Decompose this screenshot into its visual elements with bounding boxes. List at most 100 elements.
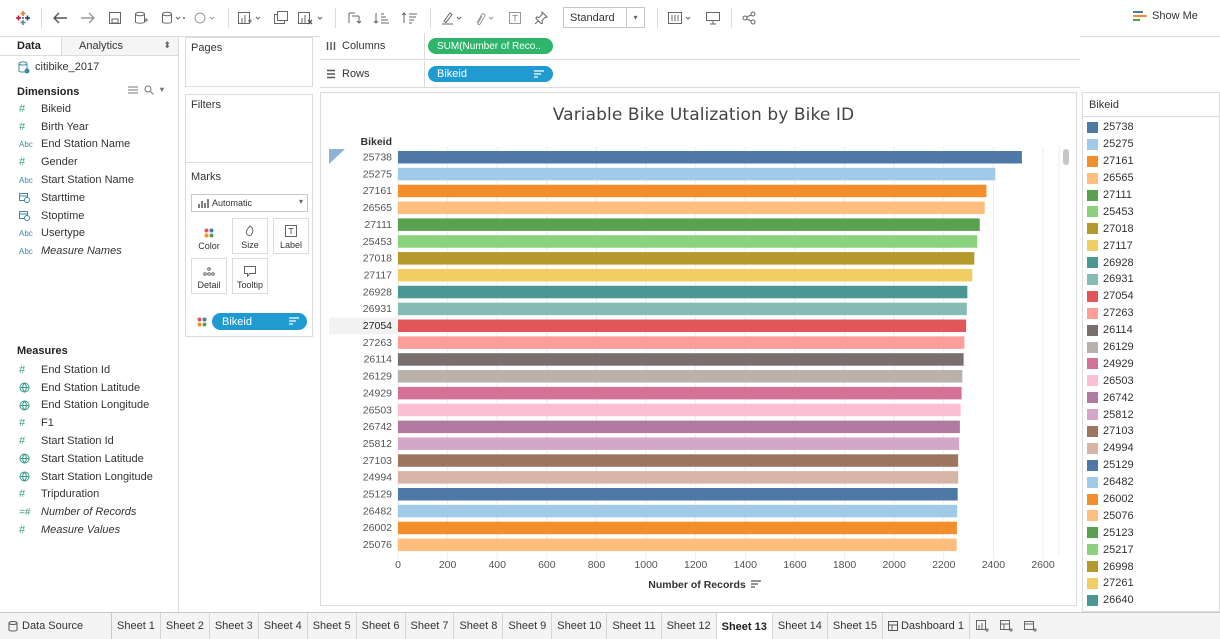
legend-item[interactable]: 25217 — [1083, 541, 1219, 558]
legend-item[interactable]: 25129 — [1083, 457, 1219, 474]
field-birth-year[interactable]: # Birth Year — [0, 118, 178, 136]
field-end-station-latitude[interactable]: End Station Latitude — [0, 379, 178, 397]
field-stoptime[interactable]: Stoptime — [0, 207, 178, 225]
mark-field-pill[interactable]: Bikeid — [212, 313, 307, 330]
legend-item[interactable]: 26482 — [1083, 474, 1219, 491]
legend-item[interactable]: 26002 — [1083, 491, 1219, 508]
new-dashboard-icon[interactable] — [994, 619, 1018, 633]
field-start-station-name[interactable]: Abc Start Station Name — [0, 171, 178, 189]
sheet-tab[interactable]: Sheet 3 — [210, 613, 259, 639]
tab-data[interactable]: Data — [0, 37, 62, 55]
forward-arrow-icon[interactable] — [79, 6, 97, 30]
field-start-station-latitude[interactable]: Start Station Latitude — [0, 450, 178, 468]
legend-item[interactable]: 27263 — [1083, 305, 1219, 322]
legend-item[interactable]: 27054 — [1083, 288, 1219, 305]
new-worksheet-icon[interactable] — [970, 619, 994, 633]
pause-updates-icon[interactable] — [160, 6, 188, 30]
sheet-tab[interactable]: Sheet 5 — [308, 613, 357, 639]
tab-analytics[interactable]: Analytics ⬍ — [62, 37, 178, 55]
field-measure-names[interactable]: Abc Measure Names — [0, 242, 178, 260]
data-source-tab[interactable]: Data Source — [0, 613, 112, 639]
legend-item[interactable]: 25812 — [1083, 406, 1219, 423]
field-end-station-id[interactable]: # End Station Id — [0, 361, 178, 379]
view-list-icon[interactable] — [128, 85, 138, 95]
sheet-tab[interactable]: Sheet 15 — [828, 613, 883, 639]
sheet-tab[interactable]: Sheet 6 — [357, 613, 406, 639]
share-icon[interactable] — [740, 6, 758, 30]
legend-item[interactable]: 27161 — [1083, 153, 1219, 170]
legend-item[interactable]: 26565 — [1083, 170, 1219, 187]
sheet-tab[interactable]: Sheet 12 — [662, 613, 717, 639]
detail-button[interactable]: Detail — [191, 258, 227, 294]
sheet-tab[interactable]: Sheet 10 — [552, 613, 608, 639]
field-measure-values[interactable]: # Measure Values — [0, 521, 178, 539]
show-cards-icon[interactable] — [666, 6, 698, 30]
legend-item[interactable]: 27261 — [1083, 575, 1219, 592]
new-story-icon[interactable] — [1018, 619, 1042, 633]
sheet-tab[interactable]: Sheet 1 — [112, 613, 161, 639]
field-starttime[interactable]: Starttime — [0, 189, 178, 207]
sheet-tab[interactable]: Sheet 2 — [161, 613, 210, 639]
legend-item[interactable]: 25453 — [1083, 203, 1219, 220]
pages-card[interactable]: Pages — [185, 37, 313, 87]
fix-axes-pin-icon[interactable] — [532, 6, 550, 30]
field-start-station-longitude[interactable]: Start Station Longitude — [0, 468, 178, 486]
rows-shelf[interactable]: Rows Bikeid — [320, 61, 1080, 88]
clear-sheet-icon[interactable] — [296, 6, 328, 30]
sheet-tab[interactable]: Sheet 4 — [259, 613, 308, 639]
back-arrow-icon[interactable] — [51, 6, 69, 30]
presentation-mode-icon[interactable] — [703, 6, 723, 30]
legend-item[interactable]: 26129 — [1083, 339, 1219, 356]
field-start-station-id[interactable]: # Start Station Id — [0, 432, 178, 450]
legend-item[interactable]: 24994 — [1083, 440, 1219, 457]
new-datasource-icon[interactable] — [132, 6, 150, 30]
size-button[interactable]: Size — [232, 218, 268, 254]
legend-item[interactable]: 26742 — [1083, 389, 1219, 406]
rows-field-pill[interactable]: Bikeid — [428, 66, 553, 82]
highlight-icon[interactable] — [440, 6, 466, 30]
sheet-tab[interactable]: Dashboard 1 — [883, 613, 970, 639]
field-gender[interactable]: # Gender — [0, 153, 178, 171]
new-worksheet-icon[interactable] — [236, 6, 266, 30]
field-usertype[interactable]: Abc Usertype — [0, 225, 178, 243]
field-number-of-records[interactable]: =# Number of Records — [0, 503, 178, 521]
legend-item[interactable]: 25275 — [1083, 136, 1219, 153]
mark-type-dropdown[interactable]: Automatic ▾ — [191, 194, 308, 212]
legend-item[interactable]: 25123 — [1083, 524, 1219, 541]
columns-shelf[interactable]: Columns SUM(Number of Reco.. — [320, 33, 1080, 60]
sheet-tab[interactable]: Sheet 8 — [454, 613, 504, 639]
legend-item[interactable]: 26114 — [1083, 322, 1219, 339]
legend-item[interactable]: 26640 — [1083, 592, 1219, 609]
field-end-station-name[interactable]: Abc End Station Name — [0, 136, 178, 154]
fit-dropdown[interactable]: Standard ▾ — [563, 7, 645, 28]
show-mark-labels-icon[interactable] — [506, 6, 524, 30]
sheet-tab[interactable]: Sheet 13 — [716, 613, 773, 639]
legend-item[interactable]: 24929 — [1083, 355, 1219, 372]
scrollbar-thumb[interactable] — [1063, 149, 1069, 165]
sheet-tab[interactable]: Sheet 11 — [607, 613, 662, 639]
swap-rows-columns-icon[interactable] — [344, 6, 364, 30]
group-members-icon[interactable] — [472, 6, 498, 30]
legend-item[interactable]: 25738 — [1083, 119, 1219, 136]
columns-field-pill[interactable]: SUM(Number of Reco.. — [428, 38, 553, 54]
pane-collapse-icon[interactable]: ⬍ — [163, 40, 171, 51]
sheet-tab[interactable]: Sheet 7 — [406, 613, 455, 639]
tooltip-button[interactable]: Tooltip — [232, 258, 268, 294]
chevron-down-icon[interactable]: ▾ — [160, 85, 164, 95]
legend-item[interactable]: 27117 — [1083, 237, 1219, 254]
sheet-tab[interactable]: Sheet 14 — [773, 613, 828, 639]
field-f1[interactable]: # F1 — [0, 414, 178, 432]
legend-item[interactable]: 26503 — [1083, 372, 1219, 389]
show-me-button[interactable]: Show Me — [1133, 10, 1198, 22]
sheet-tab[interactable]: Sheet 9 — [503, 613, 553, 639]
legend-item[interactable]: 27111 — [1083, 187, 1219, 204]
refresh-icon[interactable] — [192, 6, 220, 30]
search-icon[interactable] — [144, 85, 154, 95]
color-button[interactable]: Color — [191, 218, 227, 254]
sort-descending-icon[interactable] — [400, 6, 420, 30]
save-icon[interactable] — [106, 6, 124, 30]
duplicate-sheet-icon[interactable] — [270, 6, 292, 30]
legend-item[interactable]: 25076 — [1083, 507, 1219, 524]
field-end-station-longitude[interactable]: End Station Longitude — [0, 397, 178, 415]
field-bikeid[interactable]: # Bikeid — [0, 100, 178, 118]
